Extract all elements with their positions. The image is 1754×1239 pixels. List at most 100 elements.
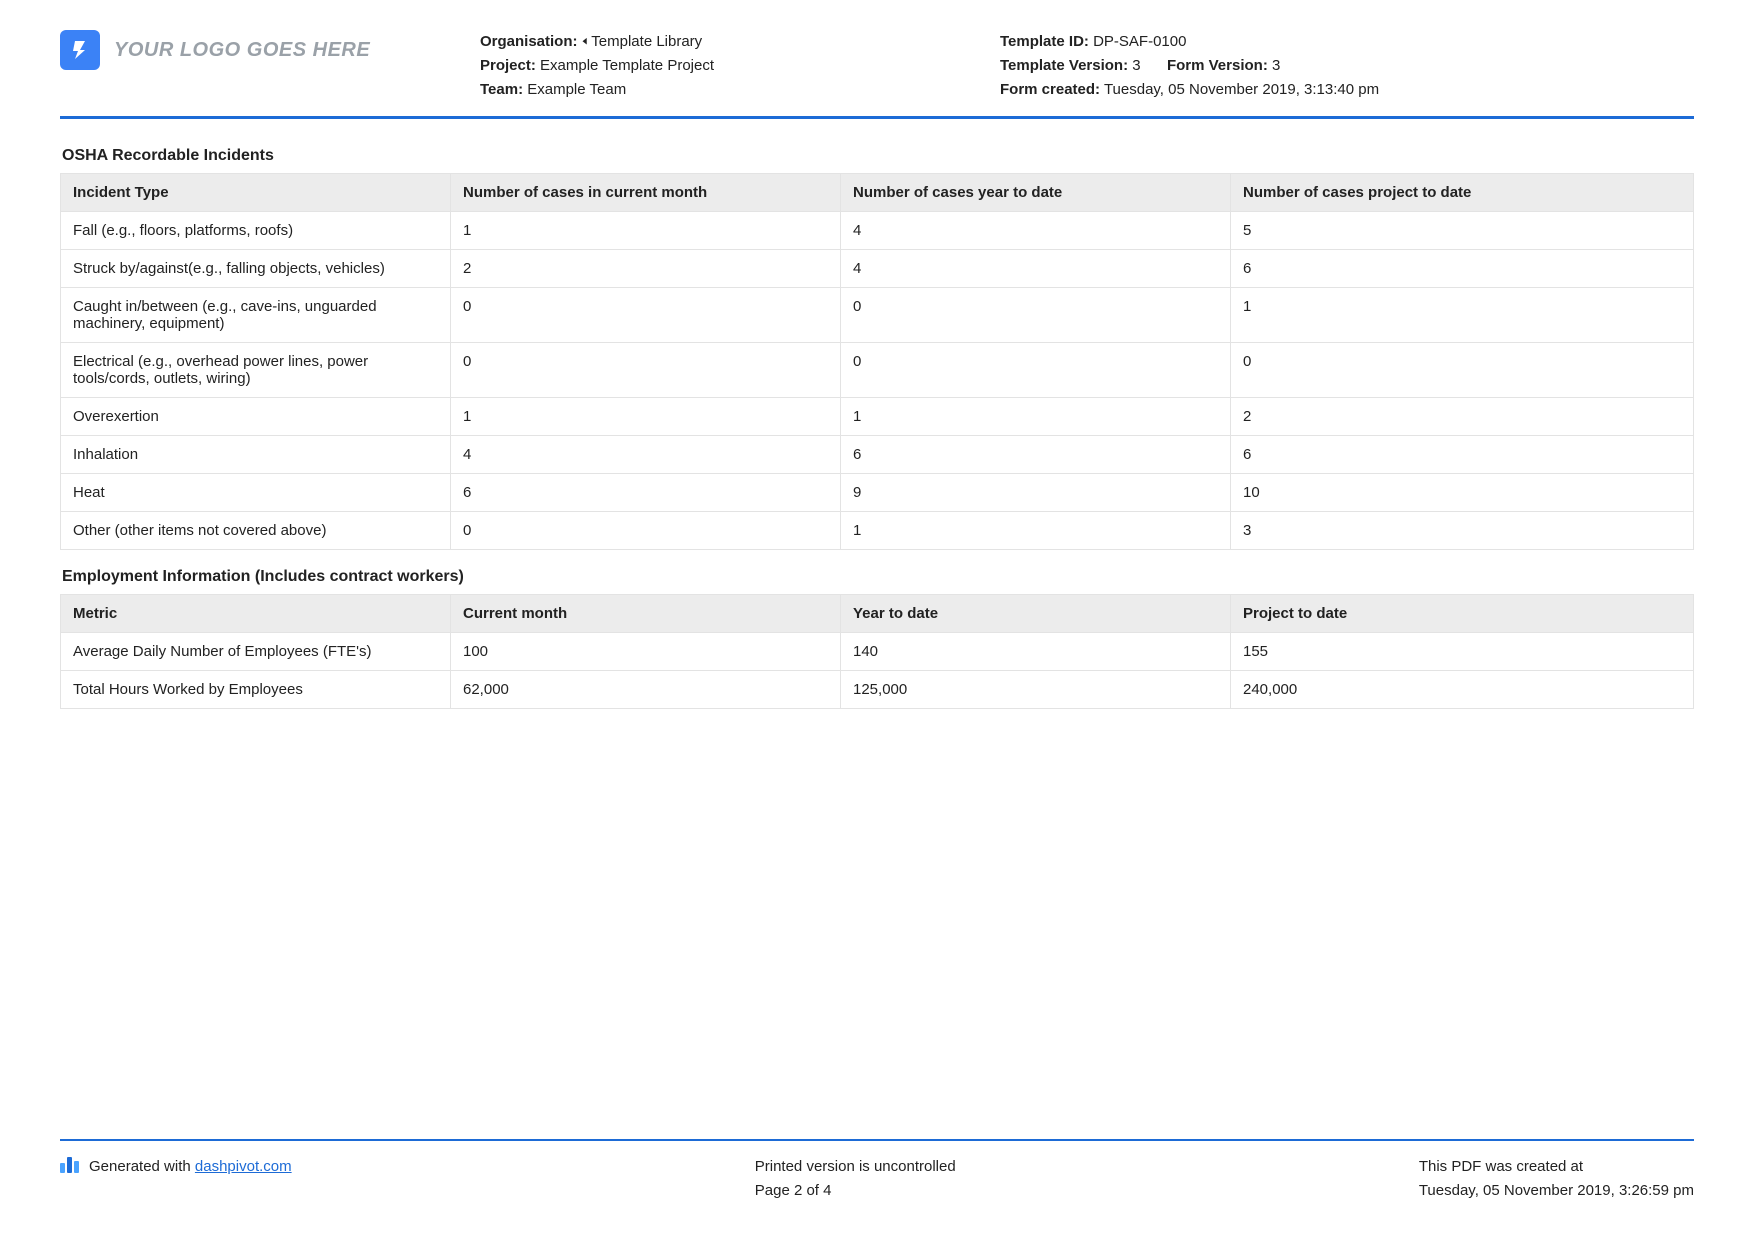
incident-type-cell: Heat xyxy=(61,474,451,512)
incident-type-cell: Fall (e.g., floors, platforms, roofs) xyxy=(61,212,451,250)
employment-ptd-cell: 155 xyxy=(1231,633,1694,671)
incident-ptd-cell: 3 xyxy=(1231,512,1694,550)
form-created-value: Tuesday, 05 November 2019, 3:13:40 pm xyxy=(1104,81,1379,98)
bars-icon xyxy=(60,1155,79,1173)
incident-month-cell: 1 xyxy=(451,212,841,250)
incident-ptd-cell: 6 xyxy=(1231,436,1694,474)
footer-row: Generated with dashpivot.com Printed ver… xyxy=(60,1155,1694,1203)
table-row: Struck by/against(e.g., falling objects,… xyxy=(61,250,1694,288)
employment-col-ptd: Project to date xyxy=(1231,595,1694,633)
page: YOUR LOGO GOES HERE Organisation: 🢐 Temp… xyxy=(0,0,1754,1239)
template-version-value: 3 xyxy=(1132,57,1140,74)
generated-prefix: Generated with xyxy=(89,1158,195,1175)
pdf-created-value: Tuesday, 05 November 2019, 3:26:59 pm xyxy=(1419,1179,1694,1203)
table-row: Electrical (e.g., overhead power lines, … xyxy=(61,343,1694,398)
employment-ytd-cell: 125,000 xyxy=(841,671,1231,709)
team-line: Team: Example Team xyxy=(480,78,960,102)
footer-left: Generated with dashpivot.com xyxy=(60,1155,292,1203)
header-meta-middle: Organisation: 🢐 Template Library Project… xyxy=(480,30,960,102)
incident-ytd-cell: 1 xyxy=(841,398,1231,436)
generated-with-text: Generated with dashpivot.com xyxy=(89,1155,292,1179)
incident-ytd-cell: 9 xyxy=(841,474,1231,512)
project-line: Project: Example Template Project xyxy=(480,54,960,78)
employment-table: Metric Current month Year to date Projec… xyxy=(60,594,1694,709)
employment-month-cell: 100 xyxy=(451,633,841,671)
incident-month-cell: 0 xyxy=(451,343,841,398)
incident-ytd-cell: 6 xyxy=(841,436,1231,474)
page-indicator: Page 2 of 4 xyxy=(755,1179,956,1203)
incident-month-cell: 6 xyxy=(451,474,841,512)
header-meta-right: Template ID: DP-SAF-0100 Template Versio… xyxy=(1000,30,1694,102)
employment-col-metric: Metric xyxy=(61,595,451,633)
footer-divider xyxy=(60,1139,1694,1141)
employment-col-ytd: Year to date xyxy=(841,595,1231,633)
table-row: Inhalation466 xyxy=(61,436,1694,474)
template-version-label: Template Version: xyxy=(1000,57,1128,74)
incidents-col-month: Number of cases in current month xyxy=(451,174,841,212)
organisation-line: Organisation: 🢐 Template Library xyxy=(480,30,960,54)
employment-col-month: Current month xyxy=(451,595,841,633)
employment-metric-cell: Average Daily Number of Employees (FTE's… xyxy=(61,633,451,671)
version-line: Template Version: 3 Form Version: 3 xyxy=(1000,54,1694,78)
incident-month-cell: 2 xyxy=(451,250,841,288)
incident-ytd-cell: 0 xyxy=(841,288,1231,343)
incidents-col-type: Incident Type xyxy=(61,174,451,212)
incidents-col-ptd: Number of cases project to date xyxy=(1231,174,1694,212)
header-divider xyxy=(60,116,1694,119)
logo-icon xyxy=(60,30,100,70)
project-value: Example Template Project xyxy=(540,57,714,74)
template-id-label: Template ID: xyxy=(1000,33,1089,50)
incidents-section-title: OSHA Recordable Incidents xyxy=(62,147,1694,165)
team-value: Example Team xyxy=(527,81,626,98)
table-row: Overexertion112 xyxy=(61,398,1694,436)
dashpivot-link[interactable]: dashpivot.com xyxy=(195,1158,292,1175)
incident-ytd-cell: 4 xyxy=(841,250,1231,288)
table-header-row: Incident Type Number of cases in current… xyxy=(61,174,1694,212)
employment-ptd-cell: 240,000 xyxy=(1231,671,1694,709)
incident-type-cell: Electrical (e.g., overhead power lines, … xyxy=(61,343,451,398)
uncontrolled-text: Printed version is uncontrolled xyxy=(755,1155,956,1179)
incident-type-cell: Inhalation xyxy=(61,436,451,474)
incident-month-cell: 1 xyxy=(451,398,841,436)
form-created-label: Form created: xyxy=(1000,81,1100,98)
incident-ptd-cell: 0 xyxy=(1231,343,1694,398)
project-label: Project: xyxy=(480,57,536,74)
table-row: Other (other items not covered above)013 xyxy=(61,512,1694,550)
incident-ytd-cell: 1 xyxy=(841,512,1231,550)
form-version-label: Form Version: xyxy=(1167,57,1268,74)
employment-ytd-cell: 140 xyxy=(841,633,1231,671)
footer: Generated with dashpivot.com Printed ver… xyxy=(60,1139,1694,1203)
incident-ytd-cell: 0 xyxy=(841,343,1231,398)
incident-type-cell: Caught in/between (e.g., cave-ins, ungua… xyxy=(61,288,451,343)
incident-ptd-cell: 6 xyxy=(1231,250,1694,288)
header-row: YOUR LOGO GOES HERE Organisation: 🢐 Temp… xyxy=(60,30,1694,116)
template-id-value: DP-SAF-0100 xyxy=(1093,33,1186,50)
logo-placeholder-text: YOUR LOGO GOES HERE xyxy=(114,39,370,62)
form-version-value: 3 xyxy=(1272,57,1280,74)
incident-ptd-cell: 5 xyxy=(1231,212,1694,250)
template-id-line: Template ID: DP-SAF-0100 xyxy=(1000,30,1694,54)
footer-middle: Printed version is uncontrolled Page 2 o… xyxy=(755,1155,956,1203)
incident-type-cell: Struck by/against(e.g., falling objects,… xyxy=(61,250,451,288)
pdf-created-label: This PDF was created at xyxy=(1419,1155,1694,1179)
table-row: Caught in/between (e.g., cave-ins, ungua… xyxy=(61,288,1694,343)
incident-month-cell: 0 xyxy=(451,288,841,343)
employment-section-title: Employment Information (Includes contrac… xyxy=(62,568,1694,586)
incident-ptd-cell: 10 xyxy=(1231,474,1694,512)
organisation-label: Organisation: xyxy=(480,33,578,50)
table-row: Total Hours Worked by Employees62,000125… xyxy=(61,671,1694,709)
organisation-value: 🢐 Template Library xyxy=(582,33,703,50)
employment-metric-cell: Total Hours Worked by Employees xyxy=(61,671,451,709)
incident-ptd-cell: 1 xyxy=(1231,288,1694,343)
incidents-table: Incident Type Number of cases in current… xyxy=(60,173,1694,550)
employment-month-cell: 62,000 xyxy=(451,671,841,709)
incident-type-cell: Other (other items not covered above) xyxy=(61,512,451,550)
incident-month-cell: 0 xyxy=(451,512,841,550)
table-row: Heat6910 xyxy=(61,474,1694,512)
incident-ptd-cell: 2 xyxy=(1231,398,1694,436)
incident-ytd-cell: 4 xyxy=(841,212,1231,250)
table-row: Average Daily Number of Employees (FTE's… xyxy=(61,633,1694,671)
table-row: Fall (e.g., floors, platforms, roofs)145 xyxy=(61,212,1694,250)
team-label: Team: xyxy=(480,81,523,98)
form-created-line: Form created: Tuesday, 05 November 2019,… xyxy=(1000,78,1694,102)
